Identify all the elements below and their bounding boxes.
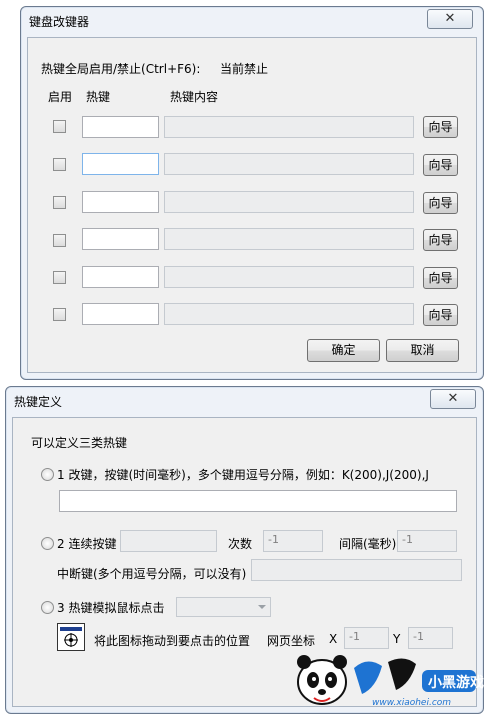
wizard-button-1[interactable]: 向导: [423, 116, 458, 138]
hotkey-input-4[interactable]: [82, 228, 159, 250]
wizard-button-2[interactable]: 向导: [423, 154, 458, 176]
interval-label: 间隔(毫秒): [339, 537, 397, 551]
watermark-logo: 小黑游戏 www.xiaohei.com: [292, 648, 484, 714]
break-key-input[interactable]: [251, 559, 462, 581]
chevron-down-icon: [258, 605, 266, 609]
close-icon: ✕: [447, 391, 459, 406]
y-coord-input[interactable]: -1: [408, 627, 453, 649]
column-header-content: 热键内容: [170, 90, 219, 104]
mouse-button-dropdown[interactable]: [176, 597, 271, 617]
x-label: X: [329, 632, 338, 646]
global-toggle-status: 当前禁止: [220, 62, 269, 76]
count-input[interactable]: -1: [263, 530, 323, 552]
column-header-hotkey: 热键: [86, 90, 111, 104]
enable-checkbox-1[interactable]: [53, 120, 66, 133]
wizard-button-3[interactable]: 向导: [423, 192, 458, 214]
enable-checkbox-4[interactable]: [53, 234, 66, 247]
hotkey-input-3[interactable]: [82, 191, 159, 213]
title-bar: 热键定义 ✕: [6, 387, 483, 413]
option1-label: 1 改键，按键(时间毫秒)，多个键用逗号分隔，例如：K(200),J(200),…: [57, 468, 429, 482]
global-toggle-label: 热键全局启用/禁止(Ctrl+F6):: [41, 62, 201, 76]
enable-checkbox-5[interactable]: [53, 271, 66, 284]
watermark-brand-text: 小黑游戏: [428, 675, 484, 691]
coord-label: 网页坐标: [267, 634, 316, 648]
ok-button[interactable]: 确定: [307, 339, 380, 362]
close-button[interactable]: ✕: [430, 389, 476, 409]
drag-hint-text: 将此图标拖动到要点击的位置: [94, 634, 251, 648]
close-icon: ✕: [444, 11, 456, 26]
option2-label: 2 连续按键: [57, 537, 117, 551]
column-header-enable: 启用: [48, 90, 73, 104]
window-title: 热键定义: [14, 395, 63, 409]
hotkey-content-field-3[interactable]: [164, 191, 414, 213]
cancel-button[interactable]: 取消: [386, 339, 459, 362]
wizard-button-6[interactable]: 向导: [423, 304, 458, 326]
option3-label: 3 热键模拟鼠标点击: [57, 601, 165, 615]
option1-keys-input[interactable]: [59, 490, 457, 512]
x-coord-input[interactable]: -1: [344, 627, 389, 649]
crosshair-drag-icon[interactable]: [57, 623, 85, 651]
count-label: 次数: [228, 537, 253, 551]
close-button[interactable]: ✕: [427, 9, 473, 29]
y-label: Y: [393, 632, 401, 646]
watermark-url: www.xiaohei.com: [372, 698, 452, 708]
hotkey-content-field-1[interactable]: [164, 116, 414, 138]
window-title: 键盘改键器: [29, 15, 90, 29]
wizard-button-5[interactable]: 向导: [423, 267, 458, 289]
option2-radio[interactable]: [41, 537, 54, 550]
enable-checkbox-2[interactable]: [53, 158, 66, 171]
client-area: 热键全局启用/禁止(Ctrl+F6): 当前禁止 启用 热键 热键内容 向导 向…: [27, 37, 477, 373]
title-bar: 键盘改键器 ✕: [21, 7, 483, 33]
break-key-label: 中断键(多个用逗号分隔，可以没有): [57, 567, 247, 581]
option3-radio[interactable]: [41, 601, 54, 614]
hotkey-content-field-6[interactable]: [164, 303, 414, 325]
wizard-button-4[interactable]: 向导: [423, 229, 458, 251]
crosshair-icon: [60, 627, 82, 647]
hotkey-content-field-5[interactable]: [164, 266, 414, 288]
hotkey-editor-window: 键盘改键器 ✕ 热键全局启用/禁止(Ctrl+F6): 当前禁止 启用 热键 热…: [20, 6, 484, 380]
enable-checkbox-3[interactable]: [53, 196, 66, 209]
option1-radio[interactable]: [41, 468, 54, 481]
hotkey-content-field-2[interactable]: [164, 153, 414, 175]
hotkey-input-1[interactable]: [82, 116, 159, 138]
hotkey-input-6[interactable]: [82, 303, 159, 325]
hotkey-content-field-4[interactable]: [164, 228, 414, 250]
intro-text: 可以定义三类热键: [31, 436, 128, 450]
interval-input[interactable]: -1: [397, 530, 457, 552]
hotkey-input-5[interactable]: [82, 266, 159, 288]
hotkey-input-2[interactable]: [82, 153, 159, 175]
repeat-key-input[interactable]: [120, 530, 217, 552]
enable-checkbox-6[interactable]: [53, 308, 66, 321]
